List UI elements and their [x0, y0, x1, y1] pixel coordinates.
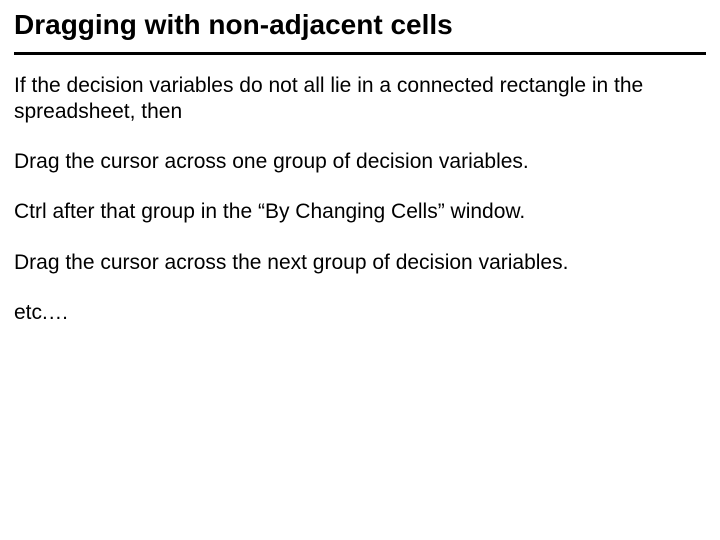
slide: Dragging with non-adjacent cells If the … [0, 0, 720, 540]
slide-title: Dragging with non-adjacent cells [14, 8, 706, 48]
body-paragraph: Drag the cursor across one group of deci… [14, 149, 706, 175]
slide-body: If the decision variables do not all lie… [14, 73, 706, 327]
body-paragraph: Ctrl after that group in the “By Changin… [14, 199, 706, 225]
title-divider [14, 52, 706, 55]
body-paragraph: etc.… [14, 300, 706, 326]
body-paragraph: If the decision variables do not all lie… [14, 73, 706, 126]
body-paragraph: Drag the cursor across the next group of… [14, 250, 706, 276]
